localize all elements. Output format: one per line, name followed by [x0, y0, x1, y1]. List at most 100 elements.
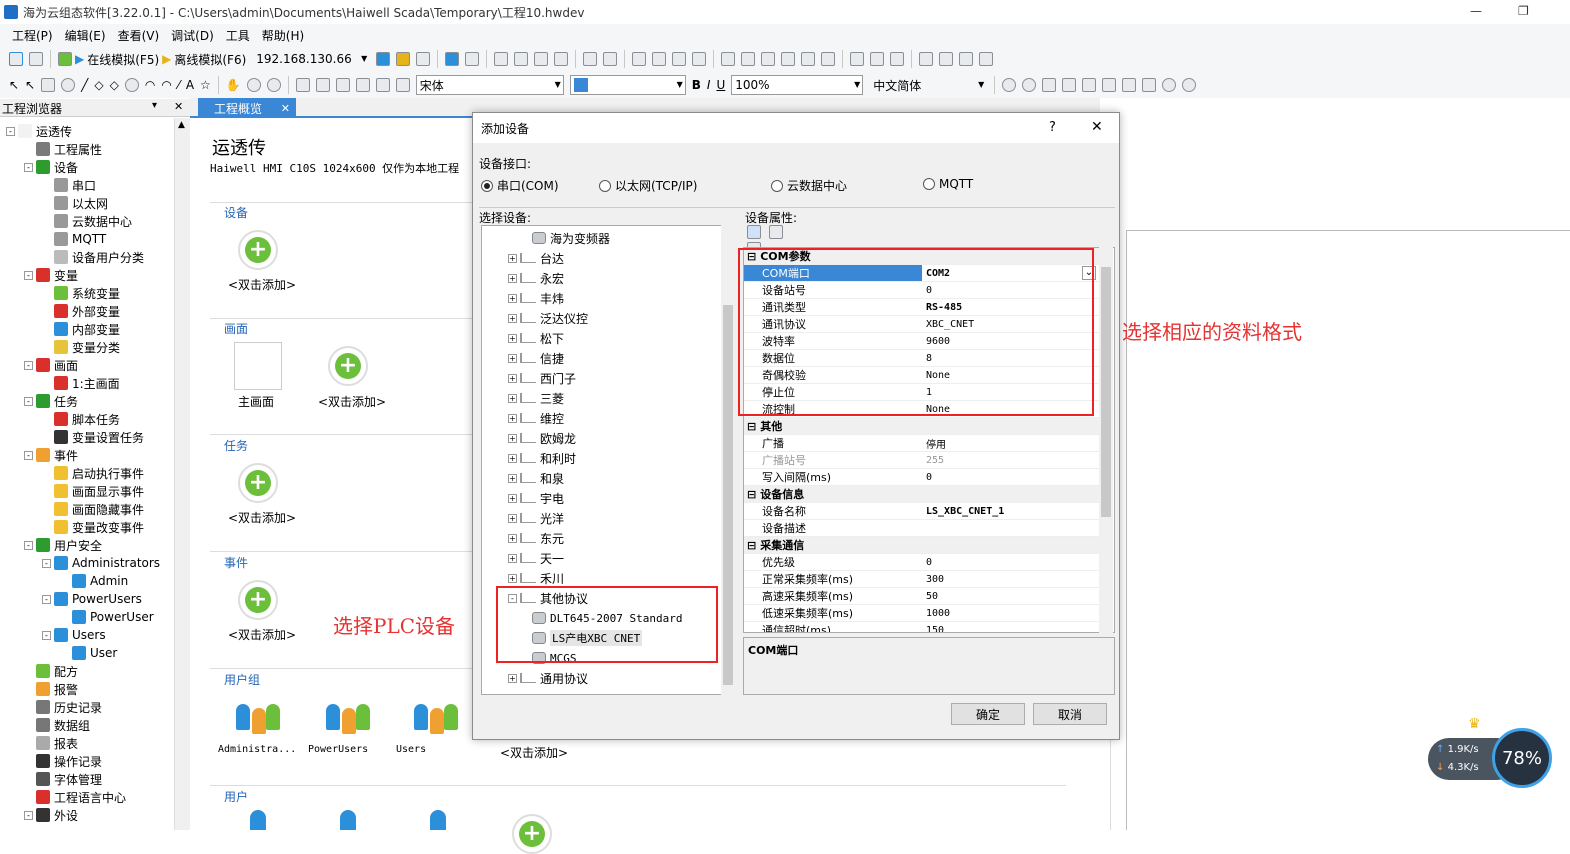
align-right-icon[interactable]: [761, 52, 776, 66]
tree-item[interactable]: 工程语言中心: [24, 788, 126, 806]
tree-item[interactable]: - 画面: [24, 356, 78, 374]
property-row[interactable]: 低速采集频率(ms) 1000: [744, 605, 1100, 622]
tree-item[interactable]: - 任务: [24, 392, 78, 410]
user-icon[interactable]: [430, 810, 446, 830]
rotate-icon[interactable]: [959, 52, 974, 66]
arrow-end-icon[interactable]: [395, 78, 410, 92]
new-icon[interactable]: [9, 52, 23, 66]
scroll-thumb[interactable]: [1101, 267, 1111, 517]
property-row[interactable]: 设备描述: [744, 520, 1100, 537]
main-screen-thumbnail[interactable]: [234, 342, 282, 390]
property-group[interactable]: ⊟ 采集通信: [744, 537, 1100, 554]
align-center-icon[interactable]: [741, 52, 756, 66]
property-value[interactable]: 停用: [922, 436, 946, 451]
device-tree-scrollbar[interactable]: [721, 225, 735, 695]
expand-icon[interactable]: +: [508, 473, 517, 483]
radio-com[interactable]: 串口(COM): [481, 177, 559, 194]
add-device-icon[interactable]: [238, 230, 278, 270]
stop-icon[interactable]: [1022, 78, 1037, 92]
expand-icon[interactable]: -: [24, 360, 33, 370]
same-height-icon[interactable]: [870, 52, 885, 66]
globe-icon[interactable]: [1162, 78, 1177, 92]
property-row[interactable]: 通信超时(ms) 150: [744, 622, 1100, 633]
tree-item[interactable]: 报表: [24, 734, 78, 752]
tree-item[interactable]: 配方: [24, 662, 78, 680]
download-icon[interactable]: [58, 52, 72, 66]
tree-item[interactable]: 串口: [42, 176, 96, 194]
tree-item[interactable]: - 运透传: [6, 122, 72, 140]
tree-item[interactable]: 变量改变事件: [42, 518, 144, 536]
arc-icon[interactable]: ◠: [145, 78, 155, 92]
upload-icon[interactable]: [376, 52, 391, 66]
ok-button[interactable]: 确定: [951, 703, 1025, 725]
layer-top-icon[interactable]: [672, 52, 687, 66]
device-tree-item[interactable]: + 禾川: [508, 568, 564, 588]
property-value[interactable]: 150: [922, 625, 944, 633]
property-value[interactable]: 50: [922, 591, 938, 602]
close-icon[interactable]: ✕: [174, 100, 183, 113]
radio-mqtt[interactable]: MQTT: [923, 177, 973, 191]
device-tree-item[interactable]: + 宇电: [508, 488, 564, 508]
property-row[interactable]: 写入间隔(ms) 0: [744, 469, 1100, 486]
refresh-icon[interactable]: [1182, 78, 1197, 92]
tree-item[interactable]: 变量设置任务: [42, 428, 144, 446]
hand-icon[interactable]: ✋: [226, 78, 241, 92]
property-value[interactable]: 300: [922, 574, 944, 585]
property-value[interactable]: 255: [922, 455, 944, 466]
device-tree-item[interactable]: + 通用协议: [508, 668, 588, 688]
align-middle-icon[interactable]: [801, 52, 816, 66]
screen-icon[interactable]: [445, 52, 460, 66]
device-tree-item[interactable]: + 维控: [508, 408, 564, 428]
collapse-icon[interactable]: ⊟: [747, 539, 756, 552]
tree-item[interactable]: 云数据中心: [42, 212, 132, 230]
device-tree-item[interactable]: 海为变频器: [532, 228, 610, 248]
expand-icon[interactable]: +: [508, 453, 517, 463]
tree-item[interactable]: 启动执行事件: [42, 464, 144, 482]
tree-item[interactable]: MQTT: [42, 230, 106, 248]
arrow-start-icon[interactable]: [375, 78, 390, 92]
device-tree-item[interactable]: + 台达: [508, 248, 564, 268]
property-row[interactable]: 高速采集频率(ms) 50: [744, 588, 1100, 605]
italic-icon[interactable]: I: [707, 78, 711, 92]
add-screen-icon[interactable]: [328, 346, 368, 386]
alphabetical-icon[interactable]: [768, 225, 783, 239]
radio-cloud[interactable]: 云数据中心: [771, 177, 847, 194]
expand-icon[interactable]: -: [24, 396, 33, 406]
layer-down-icon[interactable]: [652, 52, 667, 66]
device-tree-item[interactable]: + 东元: [508, 528, 564, 548]
line-style-icon[interactable]: [355, 78, 370, 92]
line-color-icon[interactable]: [315, 78, 330, 92]
property-value[interactable]: 1000: [922, 608, 950, 619]
property-row[interactable]: 正常采集频率(ms) 300: [744, 571, 1100, 588]
property-row[interactable]: 广播站号 255: [744, 452, 1100, 469]
align-bottom-icon[interactable]: [821, 52, 836, 66]
undo-icon[interactable]: [494, 52, 509, 66]
zoom-select[interactable]: 100% ▼: [731, 75, 864, 95]
expand-icon[interactable]: +: [508, 313, 517, 323]
property-row[interactable]: 设备名称 LS_XBC_CNET_1: [744, 503, 1100, 520]
menu-edit[interactable]: 编辑(E): [65, 27, 106, 44]
usergroup-icon[interactable]: [326, 698, 374, 734]
expand-icon[interactable]: -: [24, 540, 33, 550]
device-tree-item[interactable]: + 光洋: [508, 508, 564, 528]
add-task-icon[interactable]: [238, 463, 278, 503]
text-icon[interactable]: A: [186, 78, 194, 92]
collapse-icon[interactable]: ⊟: [747, 488, 756, 501]
device-tree-item[interactable]: + 和泉: [508, 468, 564, 488]
radio-tcp[interactable]: 以太网(TCP/IP): [599, 177, 697, 194]
underline-icon[interactable]: U: [716, 78, 725, 92]
tree-item[interactable]: 报警: [24, 680, 78, 698]
layer-up-icon[interactable]: [632, 52, 647, 66]
expand-icon[interactable]: +: [508, 673, 517, 683]
scroll-up-icon[interactable]: ▲: [178, 120, 185, 130]
pointer-icon[interactable]: ↖: [9, 78, 19, 92]
expand-icon[interactable]: +: [508, 433, 517, 443]
paste-icon[interactable]: [554, 52, 569, 66]
tree-item[interactable]: - PowerUsers: [42, 590, 142, 608]
tree-item[interactable]: 数据组: [24, 716, 90, 734]
memory-gauge[interactable]: 78%: [1492, 728, 1552, 788]
tree-item[interactable]: Admin: [60, 572, 128, 590]
offline-sim-button[interactable]: 离线模拟(F6): [174, 51, 246, 68]
tree-item[interactable]: - 事件: [24, 446, 78, 464]
tree-item[interactable]: 画面隐藏事件: [42, 500, 144, 518]
